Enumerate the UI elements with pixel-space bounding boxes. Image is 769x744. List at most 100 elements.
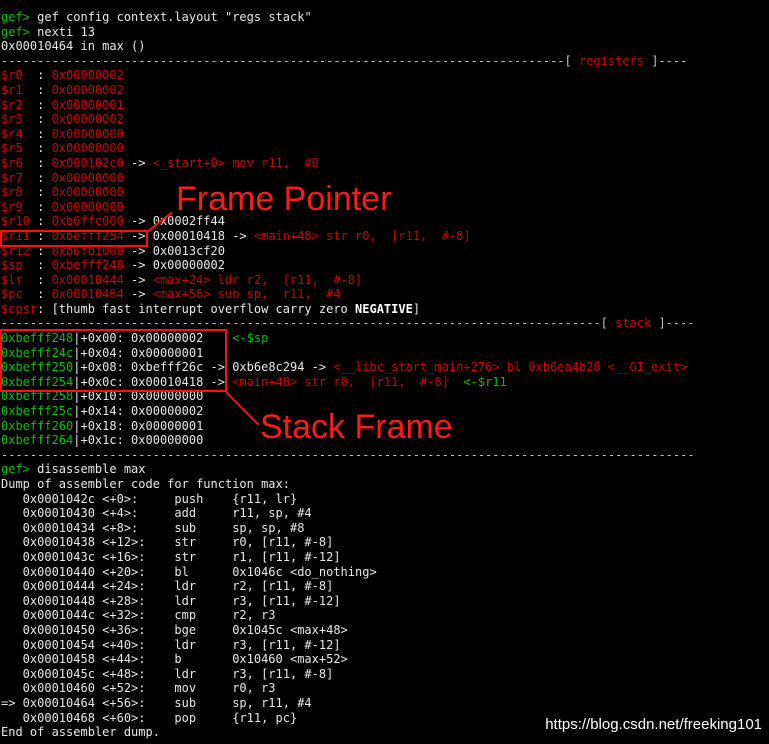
register-colon: : [37,68,52,83]
frame-pointer-label: Frame Pointer [176,180,392,218]
disasm-instruction: => 0x00010464 <+56>: sub sp, r11, #4 [1,695,312,710]
registers-separator: ----------------------------------------… [1,54,768,69]
command-line: gef> gef config context.layout "regs sta… [1,10,768,25]
disasm-instruction: 0x0001042c <+0>: push {r11, lr} [1,491,298,506]
disasm-instruction: 0x00010434 <+8>: sub sp, sp, #8 [1,520,305,535]
disasm-instruction: 0x00010440 <+20>: bl 0x1046c <do_nothing… [1,564,377,579]
register-row: $sp : 0xbefff248 -> 0x00000002 [1,258,768,273]
disasm-footer-text: End of assembler dump. [1,725,160,740]
disasm-row: 0x00010444 <+24>: ldr r2, [r11, #-8] [1,579,768,594]
register-name: $lr [1,272,38,287]
disasm-instruction: 0x0001045c <+48>: ldr r3, [r11, #-8] [1,666,334,681]
register-value: 0x00000000 [51,170,124,185]
disasm-instruction: 0x00010448 <+28>: ldr r3, [r11, #-12] [1,593,341,608]
watermark: https://blog.csdn.net/freeking101 [545,716,762,733]
disasm-instruction: 0x0001044c <+32>: cmp r2, r3 [1,608,276,623]
disasm-instruction: 0x00010460 <+52>: mov r0, r3 [1,681,276,696]
stack-offset: |+0x14: [73,404,132,419]
separator-dashes: ----------------------------------------… [1,53,579,68]
command-line: gef> disassemble max [1,462,768,477]
disasm-row: 0x0001043c <+16>: str r1, [r11, #-12] [1,550,768,565]
register-symbol: <main+48> str r0, [r11, #-8] [253,228,471,243]
register-colon: : [37,126,52,141]
register-value: 0x00000002 [51,82,124,97]
stack-section-label: stack [615,316,652,331]
stack-pointer-note: <-$sp [232,331,269,346]
register-value: 0x000102c0 [51,155,124,170]
register-row: $r1 : 0x00000002 [1,83,768,98]
stack-value: 0x00000000 [131,433,204,448]
command-line: gef> nexti 13 [1,25,768,40]
register-value: 0x00000000 [51,126,124,141]
stack-address: 0xbefff260 [1,418,74,433]
register-name: $r8 [1,185,38,200]
disasm-row: 0x00010448 <+28>: ldr r3, [r11, #-12] [1,594,768,609]
disasm-row: 0x00010450 <+36>: bge 0x1045c <max+48> [1,623,768,638]
cpsr-flags: : [thumb fast interrupt overflow carry z… [37,301,356,316]
separator-dashes: ----------------------------------------… [1,447,695,462]
register-name: $pc [1,287,38,302]
stack-address: 0xbefff25c [1,404,74,419]
cpsr-flags: ] [412,301,421,316]
register-value: 0x00000001 [51,97,124,112]
gef-prompt: gef> [1,10,30,24]
register-row: $r3 : 0x00000002 [1,112,768,127]
disasm-row: 0x00010454 <+40>: ldr r3, [r11, #-12] [1,638,768,653]
disasm-row: 0x00010430 <+4>: add r11, sp, #4 [1,506,768,521]
cpsr-negative-flag: NEGATIVE [355,301,413,316]
disasm-row: 0x00010458 <+44>: b 0x10460 <max+52> [1,652,768,667]
gef-prompt: gef> [1,24,30,39]
command-text: nexti 13 [29,24,95,39]
disasm-instruction: 0x00010430 <+4>: add r11, sp, #4 [1,506,312,521]
register-symbol: <max+56> sub sp, r11, #4 [152,287,341,302]
disasm-instruction: 0x00010454 <+40>: ldr r3, [r11, #-12] [1,637,341,652]
cpsr-row: $cpsr: [thumb fast interrupt overflow ca… [1,302,768,317]
register-name: $r3 [1,112,38,127]
register-deref: -> 0x00000002 [123,258,225,273]
stack-frame-label: Stack Frame [260,408,453,446]
register-colon: : [37,272,52,287]
register-colon: : [37,82,52,97]
register-name: $r7 [1,170,38,185]
disasm-row: 0x00010434 <+8>: sub sp, sp, #8 [1,521,768,536]
stack-pointer-note: <-$r11 [448,374,507,389]
stack-symbol: <main+48> str r0, [r11, #-8] [232,374,449,389]
register-name: $r5 [1,141,38,156]
separator-dashes: ]---- [651,316,695,331]
register-value: 0x00000002 [51,112,124,127]
disasm-instruction: 0x00010468 <+60>: pop {r11, pc} [1,710,298,725]
register-row: $pc : 0x00010464 -> <max+56> sub sp, r11… [1,287,768,302]
register-colon: : [37,214,52,229]
register-colon: : [37,170,52,185]
disasm-instruction: 0x0001043c <+16>: str r1, [r11, #-12] [1,549,341,564]
disasm-instruction: 0x00010444 <+24>: ldr r2, [r11, #-8] [1,579,334,594]
register-name: $r1 [1,82,38,97]
stack-value: 0x00000001 [131,418,204,433]
register-value: 0x00010464 [51,287,124,302]
command-text: gef config context.layout "regs stack" [29,10,312,24]
register-name: $r2 [1,97,38,112]
register-name: $sp [1,258,38,273]
register-colon: : [37,141,52,156]
register-name: $r4 [1,126,38,141]
register-row: $r6 : 0x000102c0 -> <_start+0> mov r11, … [1,156,768,171]
register-colon: : [37,199,52,214]
disasm-header: Dump of assembler code for function max: [1,477,768,492]
register-name: $r9 [1,199,38,214]
stack-value: 0x00000002 [131,404,204,419]
disasm-row: 0x00010440 <+20>: bl 0x1046c <do_nothing… [1,565,768,580]
disasm-header-text: Dump of assembler code for function max: [1,477,290,491]
end-separator: ----------------------------------------… [1,448,768,463]
register-value: 0x00000000 [51,199,124,214]
disasm-row: 0x00010438 <+12>: str r0, [r11, #-8] [1,535,768,550]
separator-dashes: ]---- [644,53,688,68]
stack-offset: |+0x18: [73,418,132,433]
location-text: 0x00010464 in max () [1,39,146,54]
disasm-row: => 0x00010464 <+56>: sub sp, r11, #4 [1,696,768,711]
register-name: $cpsr [1,301,38,316]
register-colon: : [37,112,52,127]
disasm-row: 0x00010460 <+52>: mov r0, r3 [1,681,768,696]
register-row: $r4 : 0x00000000 [1,127,768,142]
stack-frame-highlight-box [0,329,227,392]
register-row: $r5 : 0x00000000 [1,141,768,156]
